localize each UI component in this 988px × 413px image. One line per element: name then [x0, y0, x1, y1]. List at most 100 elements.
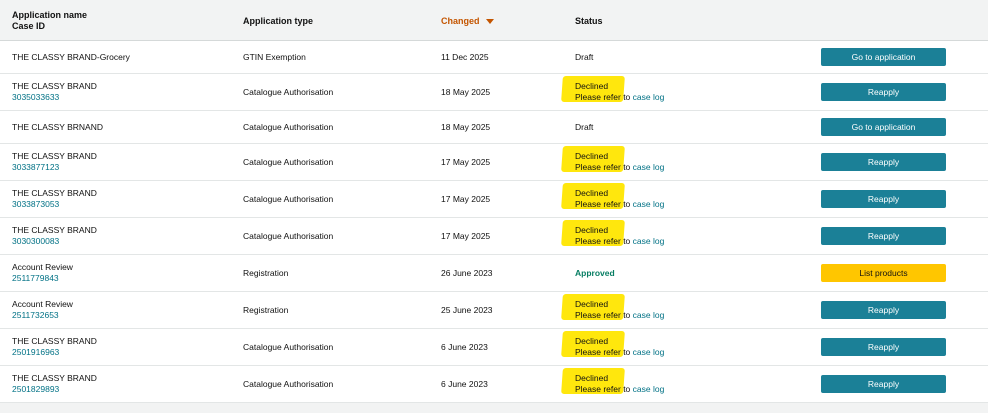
case-id-link[interactable]: 2501916963	[12, 347, 97, 358]
reapply-button[interactable]: Reapply	[821, 190, 946, 208]
application-name: THE CLASSY BRAND-Grocery	[12, 51, 130, 62]
case-id-link[interactable]: 2501829893	[12, 384, 97, 395]
go-to-application-button[interactable]: Go to application	[821, 118, 946, 136]
table-row: THE CLASSY BRAND 3030300083 Catalogue Auth…	[0, 218, 988, 255]
status-badge: Draft	[575, 51, 594, 62]
reapply-button[interactable]: Reapply	[821, 227, 946, 245]
application-type: Catalogue Authorisation	[243, 87, 334, 97]
list-products-button[interactable]: List products	[821, 264, 946, 282]
application-name: THE CLASSY BRAND	[12, 81, 97, 91]
column-header-status[interactable]: Status	[575, 16, 603, 26]
reapply-button[interactable]: Reapply	[821, 83, 946, 101]
column-header-name-label: Application name	[12, 10, 88, 20]
table-row: THE CLASSY BRAND 3033873053 Catalogue Auth…	[0, 181, 988, 218]
refer-prefix: Please refer to	[575, 236, 631, 246]
application-name: THE CLASSY BRAND	[12, 151, 97, 161]
table-row: THE CLASSY BRAND 3035033633 Catalogue Auth…	[0, 74, 988, 111]
column-header-name[interactable]: Application name Case ID	[12, 10, 87, 32]
application-name-cell: THE CLASSY BRAND 2501916963	[12, 329, 97, 365]
case-log-link[interactable]: case log	[633, 236, 665, 246]
status-badge: Draft	[575, 121, 594, 132]
changed-date: 25 June 2023	[441, 305, 493, 315]
table-row: Account Review 2511779843 Registration 26 J…	[0, 255, 988, 292]
status-badge: Declined	[575, 225, 609, 235]
refer-prefix: Please refer to	[575, 384, 631, 394]
case-id-link[interactable]: 3035033633	[12, 92, 97, 103]
column-header-changed[interactable]: Changed	[441, 16, 494, 26]
status-cell: Declined Please refer to case log	[575, 329, 664, 365]
refer-note: Please refer to case log	[575, 384, 664, 395]
table-header: Application name Case ID Application typ…	[0, 0, 988, 41]
status-badge: Declined	[575, 188, 609, 198]
application-name: THE CLASSY BRAND	[12, 336, 97, 346]
status-badge: Declined	[575, 151, 609, 161]
application-name: THE CLASSY BRNAND	[12, 121, 104, 132]
status-cell: Declined Please refer to case log	[575, 181, 664, 217]
application-name-cell: Account Review 2511779843	[12, 255, 73, 291]
case-log-link[interactable]: case log	[633, 199, 665, 209]
status-cell: Declined Please refer to case log	[575, 292, 664, 328]
status-cell: Declined Please refer to case log	[575, 144, 664, 180]
case-id-link[interactable]: 3030300083	[12, 236, 97, 247]
refer-prefix: Please refer to	[575, 92, 631, 102]
case-log-link[interactable]: case log	[633, 384, 665, 394]
status-badge: Declined	[575, 81, 609, 91]
application-type: Registration	[243, 268, 289, 278]
changed-date: 18 May 2025	[441, 122, 491, 132]
refer-prefix: Please refer to	[575, 347, 631, 357]
case-id-link[interactable]: 2511732653	[12, 310, 73, 321]
application-name-cell: THE CLASSY BRAND 3033877123	[12, 144, 97, 180]
case-id-link[interactable]: 3033877123	[12, 162, 97, 173]
application-name: THE CLASSY BRAND	[12, 188, 97, 198]
column-header-changed-label: Changed	[441, 16, 480, 26]
status-cell: Draft	[575, 111, 593, 143]
case-log-link[interactable]: case log	[633, 162, 665, 172]
case-log-link[interactable]: case log	[633, 310, 665, 320]
reapply-button[interactable]: Reapply	[821, 338, 946, 356]
application-name: Account Review	[12, 299, 73, 309]
status-badge: Declined	[575, 336, 609, 346]
application-type: Catalogue Authorisation	[243, 157, 334, 167]
table-body: THE CLASSY BRAND-Grocery GTIN Exemption 11…	[0, 41, 988, 403]
application-type: Catalogue Authorisation	[243, 194, 334, 204]
table-row: THE CLASSY BRNAND Catalogue Authorisation…	[0, 111, 988, 144]
case-id-link[interactable]: 2511779843	[12, 273, 73, 284]
status-cell: Declined Please refer to case log	[575, 366, 664, 402]
status-badge: Declined	[575, 299, 609, 309]
status-cell: Declined Please refer to case log	[575, 218, 664, 254]
changed-date: 17 May 2025	[441, 231, 491, 241]
refer-note: Please refer to case log	[575, 162, 664, 173]
application-name: Account Review	[12, 262, 73, 272]
table-row: THE CLASSY BRAND-Grocery GTIN Exemption 11…	[0, 41, 988, 74]
case-log-link[interactable]: case log	[633, 347, 665, 357]
table-row: THE CLASSY BRAND 2501916963 Catalogue Auth…	[0, 329, 988, 366]
application-type: Registration	[243, 305, 289, 315]
application-name-cell: THE CLASSY BRAND-Grocery	[12, 41, 130, 73]
reapply-button[interactable]: Reapply	[821, 153, 946, 171]
application-type: Catalogue Authorisation	[243, 122, 334, 132]
reapply-button[interactable]: Reapply	[821, 375, 946, 393]
status-cell: Draft	[575, 41, 593, 73]
refer-prefix: Please refer to	[575, 199, 631, 209]
column-header-type[interactable]: Application type	[243, 16, 313, 26]
sort-descending-icon	[485, 18, 494, 24]
changed-date: 26 June 2023	[441, 268, 493, 278]
application-name: THE CLASSY BRAND	[12, 225, 97, 235]
application-type: Catalogue Authorisation	[243, 231, 334, 241]
refer-note: Please refer to case log	[575, 92, 664, 103]
refer-note: Please refer to case log	[575, 347, 664, 358]
refer-note: Please refer to case log	[575, 199, 664, 210]
application-name-cell: THE CLASSY BRNAND	[12, 111, 103, 143]
application-name-cell: THE CLASSY BRAND 3030300083	[12, 218, 97, 254]
table-row: THE CLASSY BRAND 3033877123 Catalogue Auth…	[0, 144, 988, 181]
changed-date: 18 May 2025	[441, 87, 491, 97]
application-name-cell: THE CLASSY BRAND 3035033633	[12, 74, 97, 110]
reapply-button[interactable]: Reapply	[821, 301, 946, 319]
refer-note: Please refer to case log	[575, 310, 664, 321]
application-name-cell: Account Review 2511732653	[12, 292, 73, 328]
case-log-link[interactable]: case log	[633, 92, 665, 102]
changed-date: 6 June 2023	[441, 379, 488, 389]
go-to-application-button[interactable]: Go to application	[821, 48, 946, 66]
case-id-link[interactable]: 3033873053	[12, 199, 97, 210]
application-type: GTIN Exemption	[243, 52, 306, 62]
